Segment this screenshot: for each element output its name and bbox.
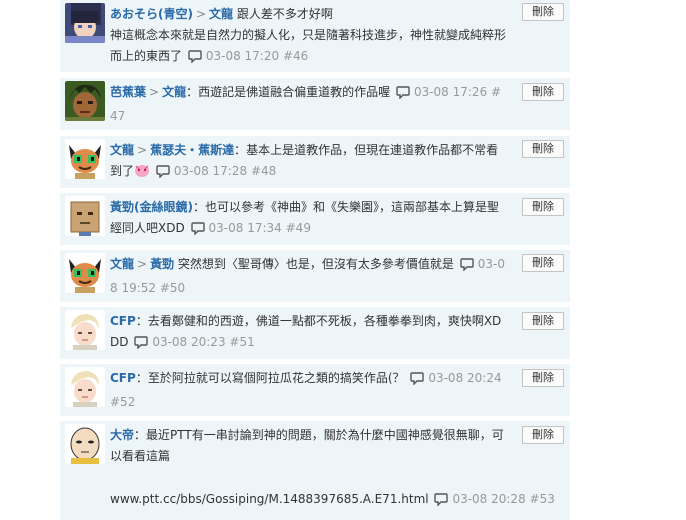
comment-row: CFP：至於阿拉就可以寫個阿拉瓜花之類的搞笑作品(？ 03-08 20:24 #…: [60, 364, 570, 416]
timestamp: 03-08 17:20: [205, 49, 280, 63]
username[interactable]: 文龍: [110, 143, 134, 157]
comment-content: 大帝：最近PTT有一串討論到神的問題，關於為什麼中國神感覺很無聊，可以看看這篇: [110, 425, 506, 467]
comment-content: 文龍 > 黃勁 突然想到〈聖哥傳〉也是，但沒有太多參考價值就是 03-08 19:5…: [110, 254, 506, 299]
avatar[interactable]: [65, 3, 105, 43]
avatar[interactable]: [65, 424, 105, 464]
comment-bubble-icon[interactable]: [434, 492, 449, 512]
timestamp: 03-08 20:23: [152, 335, 226, 349]
avatar[interactable]: [65, 310, 105, 350]
comment-row: 黃勁(金絲眼鏡)：也可以參考《神曲》和《失樂園》，這兩部基本上算是聖經同人吧XD…: [60, 193, 570, 245]
delete-button[interactable]: 刪除: [522, 83, 564, 101]
username[interactable]: CFP: [110, 371, 136, 385]
delete-button[interactable]: 刪除: [522, 198, 564, 216]
reply-arrow-icon: >: [195, 7, 207, 21]
delete-button[interactable]: 刪除: [522, 254, 564, 272]
timestamp: 03-08 17:26: [413, 85, 488, 99]
avatar[interactable]: [65, 81, 105, 121]
reply-target[interactable]: 文龍: [162, 85, 186, 99]
comment-content: CFP：至於阿拉就可以寫個阿拉瓜花之類的搞笑作品(？ 03-08 20:24 #…: [110, 368, 506, 413]
comment-content: 黃勁(金絲眼鏡)：也可以參考《神曲》和《失樂園》，這兩部基本上算是聖經同人吧XD…: [110, 197, 506, 242]
avatar[interactable]: [65, 196, 105, 236]
timestamp: 03-08 20:24: [428, 371, 502, 385]
comment-bubble-icon[interactable]: [460, 257, 474, 278]
comment-number: #50: [159, 281, 186, 295]
reply-arrow-icon: >: [149, 85, 160, 99]
comment-row: 文龍 > 蕉瑟夫・蕉斯達：基本上是道教作品，但現在連道教作品都不常看到了 03-08…: [60, 136, 570, 188]
comment-content: 芭蕉葉 > 文龍：西遊記是佛道融合偏重道教的作品喔 03-08 17:26 #47: [110, 82, 506, 127]
timestamp: 03-08 20:28: [452, 492, 526, 506]
comment-row: あおそら(青空) > 文龍 跟人差不多才好啊 神這概念本來就是自然力的擬人化，只是隨…: [60, 0, 570, 72]
comment-row: 文龍 > 黃勁 突然想到〈聖哥傳〉也是，但沒有太多參考價值就是 03-08 19:5…: [60, 250, 570, 302]
reply-arrow-icon: >: [137, 257, 148, 271]
comment-text: 突然想到〈聖哥傳〉也是，但沒有太多參考價值就是: [177, 257, 454, 271]
avatar[interactable]: [65, 139, 105, 179]
comment-text: ：至於阿拉就可以寫個阿拉瓜花之類的搞笑作品(？: [135, 371, 405, 385]
timestamp: 03-08 17:34: [208, 221, 282, 235]
emoticon-icon: [134, 163, 150, 177]
comment-bubble-icon[interactable]: [410, 371, 425, 392]
comment-number: #48: [250, 164, 277, 178]
username[interactable]: 文龍: [110, 257, 134, 271]
comment-list: あおそら(青空) > 文龍 跟人差不多才好啊 神這概念本來就是自然力的擬人化，只是隨…: [60, 0, 570, 520]
comment-number: #53: [529, 492, 555, 506]
reply-target[interactable]: 黃勁: [150, 257, 174, 271]
username[interactable]: 芭蕉葉: [110, 85, 146, 99]
comment-bubble-icon[interactable]: [134, 335, 149, 356]
comment-number: #46: [282, 49, 309, 63]
comment-content: CFP：去看鄭健和的西遊，佛道一點都不死板，各種拳拳到肉，爽快啊XDDD 03-…: [110, 311, 506, 356]
delete-button[interactable]: 刪除: [522, 140, 564, 158]
avatar[interactable]: [65, 367, 105, 407]
reply-arrow-icon: >: [137, 143, 148, 157]
timestamp: 03-08 17:28: [173, 164, 248, 178]
comment-bubble-icon[interactable]: [156, 164, 170, 185]
comment-content: 文龍 > 蕉瑟夫・蕉斯達：基本上是道教作品，但現在連道教作品都不常看到了 03-08…: [110, 140, 506, 185]
comment-bubble-icon[interactable]: [188, 49, 202, 70]
username[interactable]: 黃勁(金絲眼鏡): [110, 200, 193, 214]
comment-number: #51: [229, 335, 255, 349]
reply-target[interactable]: 蕉瑟夫・蕉斯達: [150, 143, 234, 157]
comment-bubble-icon[interactable]: [190, 221, 205, 242]
comment-content: あおそら(青空) > 文龍 跟人差不多才好啊 神這概念本來就是自然力的擬人化，只是隨…: [110, 4, 506, 70]
comment-number: #52: [110, 395, 136, 409]
link[interactable]: www.ptt.cc/bbs/Gossiping/M.1488397685.A.…: [110, 492, 429, 506]
comment-footer: www.ptt.cc/bbs/Gossiping/M.1488397685.A.…: [110, 489, 555, 512]
avatar[interactable]: [65, 253, 105, 293]
username[interactable]: CFP: [110, 314, 136, 328]
delete-button[interactable]: 刪除: [522, 426, 564, 444]
comment-row: CFP：去看鄭健和的西遊，佛道一點都不死板，各種拳拳到肉，爽快啊XDDD 03-…: [60, 307, 570, 359]
comment-text: ：西遊記是佛道融合偏重道教的作品喔: [186, 85, 391, 99]
comment-number: #49: [285, 221, 311, 235]
delete-button[interactable]: 刪除: [522, 3, 564, 21]
delete-button[interactable]: 刪除: [522, 312, 564, 330]
comment-text: ：最近PTT有一串討論到神的問題，關於為什麼中國神感覺很無聊，可以看看這篇: [110, 428, 504, 463]
username[interactable]: あおそら(青空): [110, 7, 193, 21]
comment-bubble-icon[interactable]: [396, 85, 410, 106]
username[interactable]: 大帝: [110, 428, 134, 442]
delete-button[interactable]: 刪除: [522, 369, 564, 387]
reply-target[interactable]: 文龍: [209, 7, 233, 21]
comment-row: 芭蕉葉 > 文龍：西遊記是佛道融合偏重道教的作品喔 03-08 17:26 #47 …: [60, 78, 570, 130]
comment-row: 大帝：最近PTT有一串討論到神的問題，關於為什麼中國神感覺很無聊，可以看看這篇 …: [60, 421, 570, 520]
comment-text: 跟人差不多才好啊: [236, 7, 333, 21]
